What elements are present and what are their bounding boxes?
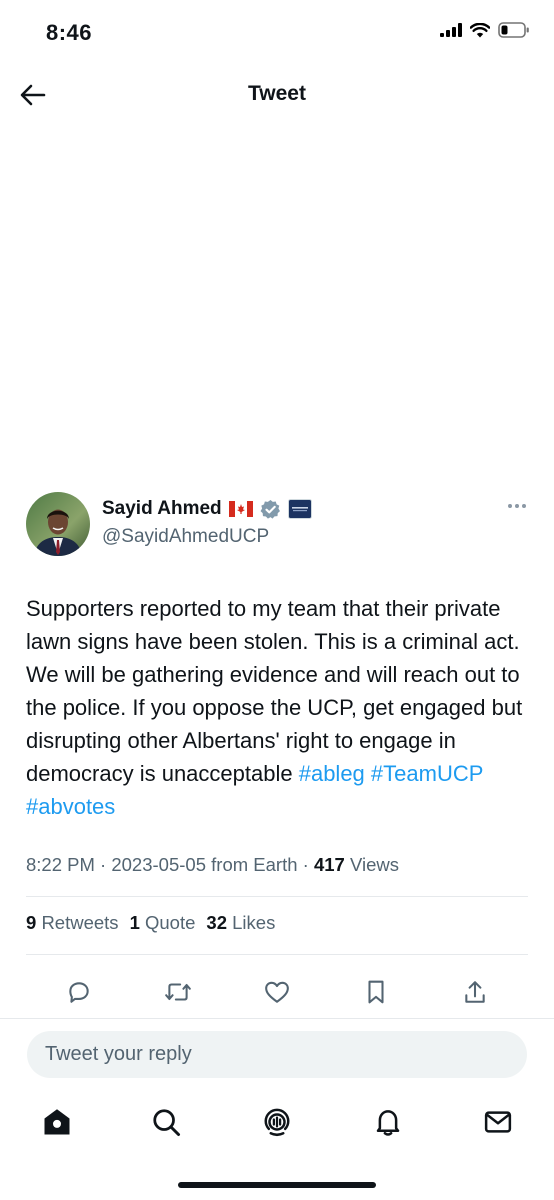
home-indicator xyxy=(178,1182,376,1188)
views-label: Views xyxy=(349,854,399,875)
status-icons xyxy=(440,22,530,38)
tweet-actions xyxy=(0,972,554,1012)
quotes-stat[interactable]: 1 Quote xyxy=(130,912,196,934)
tab-notifications[interactable] xyxy=(368,1102,408,1142)
retweet-icon xyxy=(165,983,191,1001)
author-name[interactable]: Sayid Ahmed xyxy=(102,498,222,520)
more-dot xyxy=(515,504,519,508)
search-icon xyxy=(153,1109,180,1136)
wifi-icon xyxy=(470,22,490,37)
quotes-label: Quote xyxy=(145,912,196,933)
messages-icon xyxy=(484,1111,512,1133)
tab-spaces[interactable] xyxy=(257,1102,297,1142)
hashtag-link[interactable]: #abvotes xyxy=(26,794,115,819)
canada-flag-icon xyxy=(228,501,253,517)
tweet-source: from Earth xyxy=(211,854,298,875)
reply-divider xyxy=(0,1018,554,1019)
signal-icon xyxy=(440,23,462,37)
tweet-meta: 8:22 PM · 2023-05-05 from Earth · 417 Vi… xyxy=(26,854,399,875)
retweets-stat[interactable]: 9 Retweets xyxy=(26,912,119,934)
notifications-icon xyxy=(376,1110,400,1136)
bookmark-button[interactable] xyxy=(356,972,396,1012)
tab-search[interactable] xyxy=(146,1102,186,1142)
divider xyxy=(26,896,528,897)
avatar-photo xyxy=(26,492,90,556)
retweet-button[interactable] xyxy=(158,972,198,1012)
nav-bar: Tweet xyxy=(0,66,554,124)
verified-badge-icon[interactable] xyxy=(260,499,281,520)
more-options-button[interactable] xyxy=(508,504,526,508)
tweet-body: Supporters reported to my team that thei… xyxy=(26,596,523,786)
battery-icon xyxy=(498,22,529,38)
page-title: Tweet xyxy=(248,82,306,105)
author-name-row: Sayid Ahmed xyxy=(102,498,312,520)
bookmark-icon xyxy=(368,980,384,1004)
retweets-label: Retweets xyxy=(41,912,119,933)
views-count: 417 xyxy=(313,854,345,875)
bottom-tab-bar xyxy=(0,1098,554,1148)
status-bar: 8:46 xyxy=(0,0,554,66)
reply-icon xyxy=(69,982,89,1003)
spaces-icon xyxy=(264,1108,290,1137)
reply-button[interactable] xyxy=(59,972,99,1012)
avatar[interactable] xyxy=(26,492,90,556)
status-time: 8:46 xyxy=(46,20,93,45)
author-handle[interactable]: @SayidAhmedUCP xyxy=(102,526,269,548)
likes-label: Likes xyxy=(232,912,276,933)
engagement-stats: 9 Retweets 1 Quote 32 Likes xyxy=(26,912,275,934)
tab-messages[interactable] xyxy=(478,1102,518,1142)
heart-icon xyxy=(265,981,289,1003)
tweet-time: 8:22 PM xyxy=(26,854,95,875)
reply-input[interactable] xyxy=(27,1031,527,1078)
hashtag-link[interactable]: #TeamUCP xyxy=(371,761,483,786)
share-button[interactable] xyxy=(455,972,495,1012)
reply-box[interactable] xyxy=(27,1031,527,1078)
hashtag-link[interactable]: #ableg xyxy=(299,761,365,786)
likes-count: 32 xyxy=(206,912,227,933)
affiliate-badge-icon[interactable] xyxy=(287,499,312,519)
retweets-count: 9 xyxy=(26,912,37,933)
share-icon xyxy=(465,981,485,1003)
tweet-text: Supporters reported to my team that thei… xyxy=(26,592,532,823)
more-dot xyxy=(508,504,512,508)
quotes-count: 1 xyxy=(129,912,140,933)
tweet-date: 2023-05-05 xyxy=(111,854,206,875)
divider xyxy=(26,954,528,955)
home-icon xyxy=(44,1109,70,1135)
like-button[interactable] xyxy=(257,972,297,1012)
more-dot xyxy=(522,504,526,508)
likes-stat[interactable]: 32 Likes xyxy=(206,912,275,934)
tab-home[interactable] xyxy=(37,1102,77,1142)
